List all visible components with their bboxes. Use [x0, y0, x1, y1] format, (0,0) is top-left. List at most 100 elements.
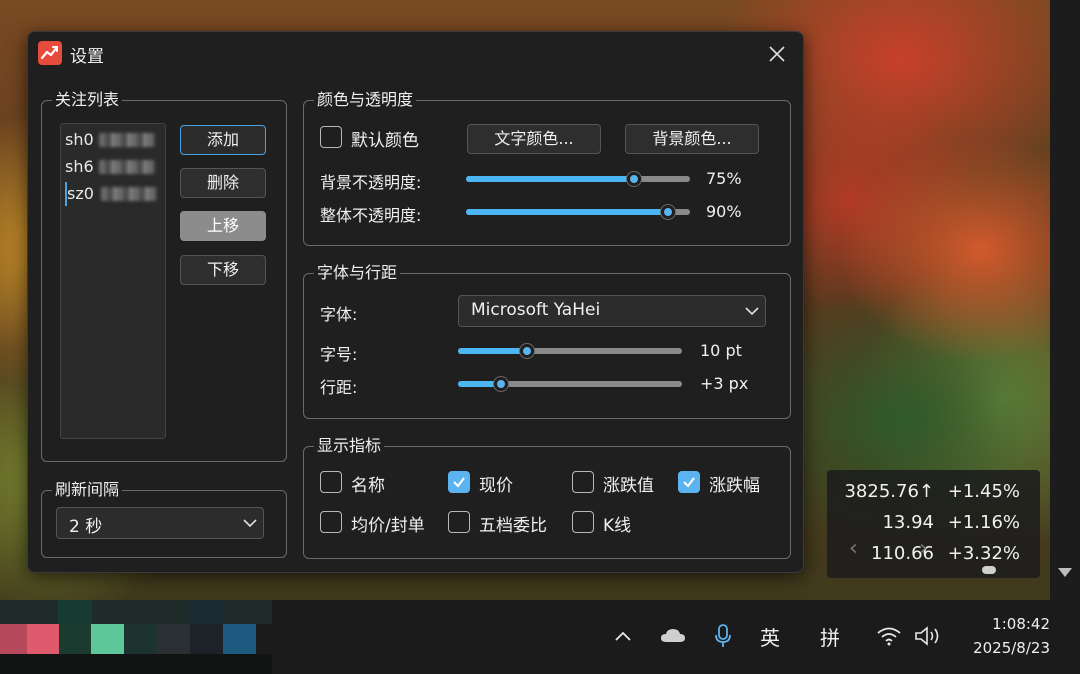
font-select[interactable]: Microsoft YaHei	[458, 295, 766, 327]
list-item-code: sz0	[67, 184, 94, 203]
spacing-label: 行距:	[320, 378, 358, 397]
indicator-price-checkbox[interactable]: 现价	[448, 471, 548, 496]
indicator-label: 涨跌值	[603, 476, 654, 496]
chevron-up-icon[interactable]	[614, 630, 632, 642]
prev-page-icon[interactable]: ‹	[849, 536, 858, 561]
pixelated-block	[58, 600, 92, 624]
indicator-order-ratio-checkbox[interactable]: 五档委比	[448, 511, 558, 536]
indicator-kline-checkbox[interactable]: K线	[572, 511, 652, 536]
font-size-value: 10 pt	[700, 341, 742, 360]
list-item-code: sh6	[65, 157, 94, 176]
line-spacing-value: +3 px	[700, 374, 749, 393]
indicators-group: 显示指标 名称 现价 涨跌值 涨跌幅 均价/封单 五档委比 K线	[303, 436, 791, 559]
watchlist-listbox[interactable]: sh0 sh6 sz0	[60, 123, 166, 439]
chevron-down-icon	[745, 307, 759, 316]
checkbox-box[interactable]	[448, 511, 470, 533]
indicator-label: 五档委比	[479, 516, 547, 536]
bg-color-button[interactable]: 背景颜色...	[625, 124, 759, 154]
title-bar[interactable]: 设置	[28, 32, 803, 74]
list-item-code: sh0	[65, 130, 94, 149]
redacted-text	[99, 133, 155, 147]
move-down-button[interactable]: 下移	[180, 255, 266, 285]
add-button[interactable]: 添加	[180, 125, 266, 155]
checkbox-box[interactable]	[572, 471, 594, 493]
bg-opacity-slider[interactable]	[466, 172, 690, 186]
font-select-value: Microsoft YaHei	[471, 300, 601, 320]
slider-thumb[interactable]	[520, 344, 535, 358]
slider-thumb[interactable]	[627, 172, 641, 186]
stock-row: 3825.76↑ +1.45%	[827, 478, 1040, 508]
checkbox-box[interactable]	[320, 471, 342, 493]
color-opacity-legend: 颜色与透明度	[314, 90, 417, 110]
indicator-avg-seal-checkbox[interactable]: 均价/封单	[320, 511, 440, 536]
list-item-selected[interactable]: sz0	[65, 182, 161, 206]
clock-time: 1:08:42	[992, 615, 1050, 633]
font-size-slider[interactable]	[458, 344, 682, 358]
cloud-icon[interactable]	[660, 626, 686, 644]
taskbar: 英 拼 1:08:42 2025/8/23	[0, 600, 1080, 674]
watchlist-legend: 关注列表	[52, 90, 123, 110]
scroll-down-arrow-icon[interactable]	[1058, 568, 1072, 577]
bg-opacity-value: 75%	[706, 169, 742, 188]
slider-thumb[interactable]	[660, 205, 675, 219]
default-color-label: 默认颜色	[351, 131, 419, 151]
delete-button[interactable]: 删除	[180, 168, 266, 198]
settings-dialog: 设置 关注列表 sh0 sh6 sz0 添加 删除 上移 下移 刷新间隔 2 秒…	[27, 31, 804, 573]
move-up-button[interactable]: 上移	[180, 211, 266, 241]
widget-scroll-handle[interactable]	[982, 566, 996, 574]
pixelated-block[interactable]	[190, 624, 223, 654]
indicator-change-pct-checkbox[interactable]: 涨跌幅	[678, 471, 778, 496]
checkbox-box[interactable]	[320, 511, 342, 533]
pixelated-block[interactable]	[91, 624, 124, 654]
list-item[interactable]: sh6	[65, 155, 161, 179]
default-color-checkbox[interactable]: 默认颜色	[320, 126, 440, 151]
pixelated-block[interactable]	[223, 624, 256, 654]
stock-row: 13.94 +1.16%	[827, 509, 1040, 539]
close-button[interactable]	[764, 41, 790, 67]
checkbox-box[interactable]	[448, 471, 470, 493]
redacted-text	[99, 160, 155, 174]
stock-ticker-widget[interactable]: 3825.76↑ +1.45% 13.94 +1.16% 110.66 +3.3…	[827, 470, 1040, 578]
pixelated-block[interactable]	[27, 624, 59, 654]
line-spacing-slider[interactable]	[458, 377, 682, 391]
font-spacing-legend: 字体与行距	[314, 263, 401, 283]
overall-opacity-slider[interactable]	[466, 205, 690, 219]
volume-icon[interactable]	[914, 626, 942, 646]
scrollbar-strip[interactable]	[1050, 0, 1080, 600]
slider-thumb[interactable]	[493, 377, 508, 391]
checkbox-box[interactable]	[678, 471, 700, 493]
stock-change: +1.16%	[947, 512, 1020, 533]
indicator-label: 均价/封单	[351, 516, 425, 536]
checkbox-box[interactable]	[572, 511, 594, 533]
slider-fill	[458, 348, 528, 354]
refresh-interval-select[interactable]: 2 秒	[56, 507, 264, 539]
pixelated-block[interactable]	[157, 624, 190, 654]
text-color-button[interactable]: 文字颜色...	[467, 124, 601, 154]
pixelated-block[interactable]	[59, 624, 91, 654]
ime-language-indicator[interactable]: 英	[760, 622, 780, 651]
slider-fill	[466, 209, 668, 215]
pixelated-block[interactable]	[124, 624, 157, 654]
system-clock[interactable]: 1:08:42 2025/8/23	[973, 612, 1050, 660]
indicator-label: K线	[603, 516, 632, 536]
slider-fill	[466, 176, 634, 182]
font-spacing-group: 字体与行距 字体: Microsoft YaHei 字号: 10 pt 行距: …	[303, 263, 791, 419]
microphone-icon[interactable]	[714, 624, 732, 648]
next-page-icon[interactable]: ›	[919, 536, 928, 561]
pixelated-block[interactable]	[0, 624, 27, 654]
dialog-title: 设置	[70, 47, 104, 67]
indicator-name-checkbox[interactable]: 名称	[320, 471, 420, 496]
stock-row: 110.66 +3.32%	[827, 540, 1040, 570]
watchlist-group: 关注列表 sh0 sh6 sz0 添加 删除 上移 下移	[41, 90, 287, 462]
clock-date: 2025/8/23	[973, 639, 1050, 657]
stock-change: +3.32%	[947, 543, 1020, 564]
indicator-label: 名称	[351, 476, 385, 496]
stock-price: 3825.76↑	[844, 481, 934, 502]
list-item[interactable]: sh0	[65, 128, 161, 152]
indicator-change-value-checkbox[interactable]: 涨跌值	[572, 471, 672, 496]
checkbox-box[interactable]	[320, 126, 342, 148]
refresh-legend: 刷新间隔	[52, 480, 123, 500]
bg-opacity-label: 背景不透明度:	[320, 173, 422, 192]
ime-mode-indicator[interactable]: 拼	[820, 622, 840, 651]
wifi-icon[interactable]	[876, 626, 902, 646]
